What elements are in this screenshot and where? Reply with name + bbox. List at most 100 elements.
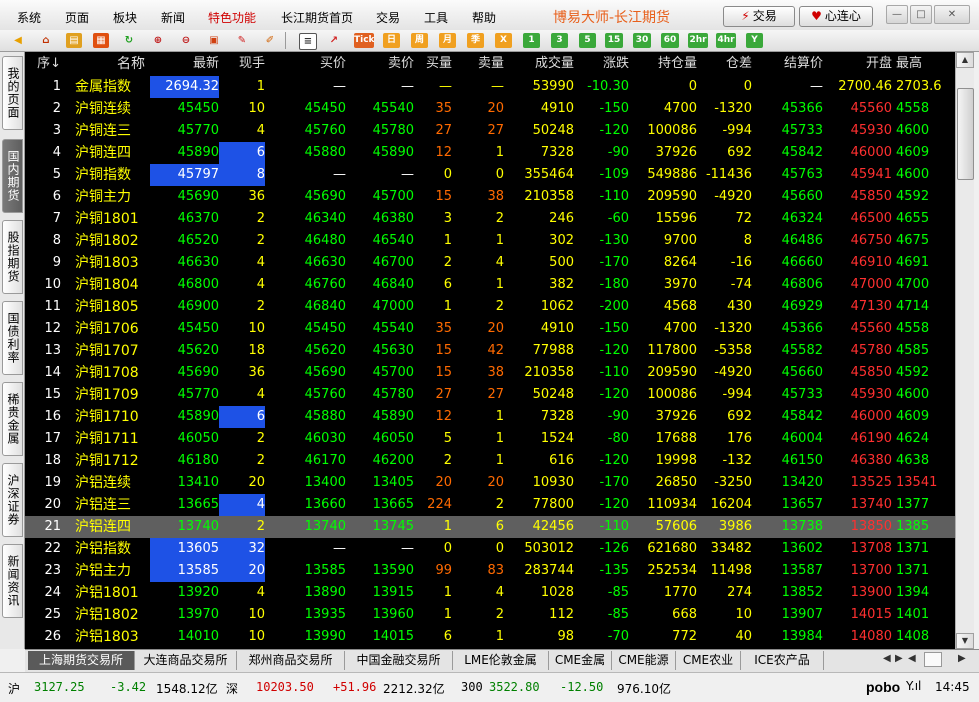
table-row[interactable]: 8 沪铜1802 46520 2 46480 46540 1 1 302 -130 9700 8 464… — [25, 230, 955, 252]
table-row[interactable]: 15 沪铜1709 45770 4 45760 45780 27 27 50248 -120 100… — [25, 384, 955, 406]
table-row[interactable]: 5 沪铜指数 45797 8— —0 0 355464 -109 549886 -11436 457… — [25, 164, 955, 186]
header-settle[interactable]: 结算价 — [752, 52, 823, 76]
period-month-button[interactable]: 月 — [439, 33, 456, 48]
tab-cffex[interactable]: 中国金融交易所 — [345, 651, 453, 670]
chart-icon[interactable]: ↗ — [326, 33, 342, 48]
header-volume[interactable]: 现手 — [219, 52, 265, 76]
tab-index-futures[interactable]: 股指期货 — [2, 220, 23, 294]
tab-precious-metals[interactable]: 稀贵金属 — [2, 382, 23, 456]
table-row[interactable]: 1 金属指数 2694.32 1— — — —53990 -10.30 0 0—2700.46 27… — [25, 76, 955, 98]
table-row[interactable]: 25 沪铝1802 13970 10 13935 13960 1 2 112 -85 668 10 13… — [25, 604, 955, 626]
book-icon[interactable]: ▤ — [66, 33, 82, 48]
tab-domestic-futures[interactable]: 国内期货 — [2, 139, 23, 213]
table-row[interactable]: 10 沪铜1804 46800 4 46760 46840 6 1 382 -180 3970 -74… — [25, 274, 955, 296]
table-row[interactable]: 20 沪铝连三 13665 4 13660 13665 224 2 77800 -120 11093… — [25, 494, 955, 516]
table-row[interactable]: 16 沪铜1710 45890 6 45880 45890 12 1 7328 -90 37926 6… — [25, 406, 955, 428]
period-year-button[interactable]: Y — [746, 33, 763, 48]
table-row[interactable]: 6 沪铜主力 45690 36 45690 45700 15 38 210358 -110 2095… — [25, 186, 955, 208]
table-row[interactable]: 2 沪铜连续 45450 10 45450 45540 35 20 4910 -150 4700 -1… — [25, 98, 955, 120]
connect-button[interactable]: ♥ 心连心 — [799, 6, 873, 27]
menu-homepage[interactable]: 长江期货首页 — [281, 9, 353, 26]
window-icon[interactable]: ▣ — [206, 33, 222, 48]
tab-dce[interactable]: 大连商品交易所 — [135, 651, 237, 670]
tab-czce[interactable]: 郑州商品交易所 — [237, 651, 345, 670]
header-name[interactable]: 名称 — [75, 52, 145, 76]
period-15-button[interactable]: 15 — [605, 33, 623, 48]
tick-button[interactable]: Tick — [354, 33, 375, 48]
period-30-button[interactable]: 30 — [633, 33, 651, 48]
hscroll-thumb[interactable] — [924, 652, 942, 667]
menu-page[interactable]: 页面 — [65, 9, 89, 26]
period-week-button[interactable]: 周 — [411, 33, 428, 48]
menu-news[interactable]: 新闻 — [161, 9, 185, 26]
tab-ice-agri[interactable]: ICE农产品 — [741, 651, 824, 670]
header-last[interactable]: 最新 — [150, 52, 219, 76]
hscroll-right-icon[interactable]: ▶ — [958, 653, 966, 664]
table-row[interactable]: 18 沪铜1712 46180 2 46170 46200 2 1 616 -120 19998 -1… — [25, 450, 955, 472]
news-icon[interactable]: ▦ — [93, 33, 109, 48]
period-3-button[interactable]: 3 — [551, 33, 568, 48]
table-row[interactable]: 12 沪铜1706 45450 10 45450 45540 35 20 4910 -150 470… — [25, 318, 955, 340]
period-2hr-button[interactable]: 2hr — [688, 33, 708, 48]
header-open-interest[interactable]: 持仓量 — [629, 52, 697, 76]
header-bid-volume[interactable]: 买量 — [414, 52, 452, 76]
maximize-icon[interactable]: □ — [910, 5, 932, 24]
tab-news[interactable]: 新闻资讯 — [2, 544, 23, 618]
tab-my-page[interactable]: 我的页面 — [2, 56, 23, 130]
table-row[interactable]: 22 沪铝指数 13605 32— —0 0 503012 -126 621680 33482 13… — [25, 538, 955, 560]
tab-cme-energy[interactable]: CME能源 — [612, 651, 676, 670]
table-row[interactable]: 24 沪铝1801 13920 4 13890 13915 1 4 1028 -85 1770 274… — [25, 582, 955, 604]
home-icon[interactable]: ⌂ — [38, 33, 54, 48]
menu-help[interactable]: 帮助 — [472, 9, 496, 26]
table-row[interactable]: 26 沪铝1803 14010 10 13990 14015 6 1 98 -70 772 40 139… — [25, 626, 955, 648]
menu-sector[interactable]: 板块 — [113, 9, 137, 26]
vertical-scrollbar[interactable]: ▲ ▼ — [955, 52, 974, 649]
table-row[interactable]: 11 沪铜1805 46900 2 46840 47000 1 2 1062 -200 4568 43… — [25, 296, 955, 318]
scroll-up-icon[interactable]: ▲ — [956, 52, 974, 68]
menu-system[interactable]: 系统 — [17, 9, 41, 26]
header-bid[interactable]: 买价 — [265, 52, 346, 76]
period-5-button[interactable]: 5 — [579, 33, 596, 48]
minimize-icon[interactable]: — — [886, 5, 908, 24]
pen-icon[interactable]: ✎ — [234, 33, 250, 48]
back-arrow-icon[interactable]: ◀ — [10, 33, 26, 48]
trade-button[interactable]: ⚡ 交易 — [723, 6, 795, 27]
table-row[interactable]: 17 沪铜1711 46050 2 46030 46050 5 1 1524 -80 17688 17… — [25, 428, 955, 450]
scroll-down-icon[interactable]: ▼ — [956, 633, 974, 649]
period-4hr-button[interactable]: 4hr — [716, 33, 736, 48]
period-1-button[interactable]: 1 — [523, 33, 540, 48]
header-index[interactable]: 序↓ — [25, 52, 61, 76]
menu-trade[interactable]: 交易 — [376, 9, 400, 26]
header-ask[interactable]: 卖价 — [346, 52, 414, 76]
table-row[interactable]: 23 沪铝主力 13585 20 13585 13590 99 83 283744 -135 252… — [25, 560, 955, 582]
tab-cme-metals[interactable]: CME金属 — [549, 651, 612, 670]
period-x-button[interactable]: X — [495, 33, 512, 48]
period-day-button[interactable]: 日 — [383, 33, 400, 48]
tab-prev-icon[interactable]: ◀ — [883, 653, 891, 664]
header-high[interactable]: 最高 — [892, 52, 955, 76]
zoom-in-icon[interactable]: ⊕ — [150, 33, 166, 48]
zoom-out-icon[interactable]: ⊖ — [178, 33, 194, 48]
table-row[interactable]: 21 沪铝连四 13740 2 13740 13745 1 6 42456 -110 57606 39… — [25, 516, 955, 538]
close-icon[interactable]: ✕ — [934, 5, 970, 24]
table-row[interactable]: 13 沪铜1707 45620 18 45620 45630 15 42 77988 -120 11… — [25, 340, 955, 362]
header-change[interactable]: 涨跌 — [574, 52, 629, 76]
table-row[interactable]: 14 沪铜1708 45690 36 45690 45700 15 38 210358 -110 2… — [25, 362, 955, 384]
header-total-volume[interactable]: 成交量 — [504, 52, 574, 76]
hscroll-left-icon[interactable]: ◀ — [908, 653, 916, 664]
header-open[interactable]: 开盘 — [823, 52, 892, 76]
table-row[interactable]: 7 沪铜1801 46370 2 46340 46380 3 2 246 -60 15596 72 46… — [25, 208, 955, 230]
quote-list-icon[interactable]: ≡ — [299, 33, 317, 50]
period-quarter-button[interactable]: 季 — [467, 33, 484, 48]
tab-shfe[interactable]: 上海期货交易所 — [28, 651, 135, 670]
menu-tools[interactable]: 工具 — [424, 9, 448, 26]
menu-features[interactable]: 特色功能 — [208, 9, 256, 26]
tab-next-icon[interactable]: ▶ — [895, 653, 903, 664]
tab-securities[interactable]: 沪深证券 — [2, 463, 23, 537]
tab-treasury-rates[interactable]: 国债利率 — [2, 301, 23, 375]
refresh-icon[interactable]: ↻ — [121, 33, 137, 48]
tab-cme-agri[interactable]: CME农业 — [676, 651, 741, 670]
table-row[interactable]: 3 沪铜连三 45770 4 45760 45780 27 27 50248 -120 100086… — [25, 120, 955, 142]
brush-icon[interactable]: ✐ — [262, 33, 278, 48]
period-60-button[interactable]: 60 — [661, 33, 679, 48]
